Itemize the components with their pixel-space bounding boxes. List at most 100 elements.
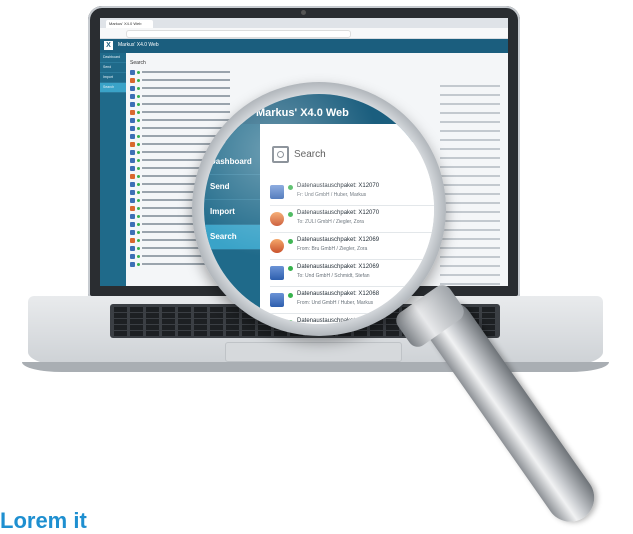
status-dot	[137, 238, 140, 242]
list-item[interactable]	[130, 76, 230, 84]
status-dot	[137, 102, 140, 106]
document-icon	[270, 320, 284, 324]
result-subtitle: To: Und GmbH / Schmidt, Stefan	[297, 273, 370, 279]
document-icon	[270, 266, 284, 280]
status-dot	[137, 126, 140, 130]
app-title: Markus' X4.0 Web	[118, 42, 159, 48]
result-row[interactable]: Datenaustauschpaket: X12070 To: ZULI GmbH…	[270, 209, 434, 233]
magnified-app-title: Markus' X4.0 Web	[256, 107, 349, 119]
document-icon	[130, 77, 135, 83]
detail-line	[440, 256, 500, 258]
detail-line	[440, 202, 500, 204]
row-text	[142, 71, 230, 73]
archive-icon	[270, 212, 284, 226]
address-field[interactable]	[126, 30, 351, 38]
magnified-sidebar-item-search[interactable]: Search	[204, 225, 260, 250]
document-icon	[130, 165, 135, 171]
detail-line	[440, 220, 500, 222]
list-item[interactable]	[130, 84, 230, 92]
result-row[interactable]: Datenaustauschpaket: X12068To: Und GmbH …	[270, 317, 434, 324]
detail-line	[440, 193, 500, 195]
detail-line	[440, 157, 500, 159]
status-dot	[137, 70, 140, 74]
magnified-sidebar-item-dashboard[interactable]: Dashboard	[204, 150, 260, 175]
detail-line	[440, 94, 500, 96]
trackpad	[225, 342, 402, 362]
app-header: X Markus' X4.0 Web	[100, 39, 508, 53]
result-row[interactable]: Datenaustauschpaket: X12070 Fr: Und GmbH …	[270, 182, 434, 206]
document-icon	[130, 69, 135, 75]
document-icon	[130, 181, 135, 187]
document-icon	[130, 197, 135, 203]
magnified-sidebar-item-import[interactable]: Import	[204, 200, 260, 225]
detail-line	[440, 121, 500, 123]
document-icon	[130, 149, 135, 155]
search-heading: Search	[294, 149, 326, 160]
status-dot	[288, 185, 293, 190]
result-subtitle: From: Und GmbH / Huber, Markus	[297, 300, 374, 306]
sidebar-item-dashboard[interactable]: Dashboard	[100, 53, 126, 63]
status-dot	[137, 134, 140, 138]
result-title: Datenaustauschpaket: X12069	[297, 264, 380, 270]
result-subtitle: Fr: Und GmbH / Huber, Markus	[297, 192, 367, 198]
status-dot	[137, 222, 140, 226]
detail-line	[440, 175, 500, 177]
archive-icon	[270, 239, 284, 253]
list-item[interactable]	[130, 68, 230, 76]
magnifier-lens: Markus' X4.0 Web Dashboard Send Import S…	[204, 94, 434, 324]
detail-line	[440, 85, 500, 87]
sidebar: Dashboard Send Import Search	[100, 53, 126, 286]
document-icon	[130, 237, 135, 243]
document-icon	[130, 93, 135, 99]
document-icon	[130, 253, 135, 259]
magnified-sidebar: Dashboard Send Import Search	[204, 124, 260, 324]
status-dot	[137, 262, 140, 266]
sidebar-item-send[interactable]: Send	[100, 63, 126, 73]
row-separator	[270, 313, 434, 314]
detail-line	[440, 112, 500, 114]
result-row[interactable]: Datenaustauschpaket: X12069 From: Bru Gmb…	[270, 236, 434, 260]
browser-tab[interactable]: Markus' X4.0 Web	[106, 20, 153, 28]
status-dot	[288, 266, 293, 271]
detail-line	[440, 274, 500, 276]
detail-line	[440, 265, 500, 267]
result-title: Datenaustauschpaket: X12070	[297, 183, 380, 189]
browser-toolbar	[100, 28, 508, 39]
sidebar-item-import[interactable]: Import	[100, 73, 126, 83]
magnified-sidebar-item-send[interactable]: Send	[204, 175, 260, 200]
document-icon	[130, 221, 135, 227]
status-dot	[288, 212, 293, 217]
status-dot	[137, 86, 140, 90]
document-icon	[130, 85, 135, 91]
detail-line	[440, 229, 500, 231]
status-dot	[288, 320, 293, 324]
status-dot	[137, 198, 140, 202]
row-separator	[270, 259, 434, 260]
document-icon	[130, 205, 135, 211]
document-icon	[130, 157, 135, 163]
result-row[interactable]: Datenaustauschpaket: X12069 To: Und GmbH …	[270, 263, 434, 287]
detail-line	[440, 130, 500, 132]
status-dot	[137, 230, 140, 234]
status-dot	[137, 182, 140, 186]
result-title: Datenaustauschpaket: X12068	[297, 291, 380, 297]
result-subtitle: To: ZULI GmbH / Ziegler, Zora	[297, 219, 364, 225]
document-icon	[130, 189, 135, 195]
document-icon	[130, 101, 135, 107]
result-title: Datenaustauschpaket: X12069	[297, 237, 380, 243]
status-dot	[137, 94, 140, 98]
status-dot	[137, 246, 140, 250]
result-row[interactable]: Datenaustauschpaket: X12068 From: Und Gmb…	[270, 290, 434, 314]
row-text	[142, 87, 230, 89]
document-icon	[130, 245, 135, 251]
document-icon	[270, 293, 284, 307]
document-icon	[130, 141, 135, 147]
list-header: Search	[130, 60, 146, 66]
sidebar-item-search[interactable]: Search	[100, 83, 126, 93]
status-dot	[288, 239, 293, 244]
status-dot	[288, 293, 293, 298]
document-icon	[130, 133, 135, 139]
status-dot	[137, 190, 140, 194]
result-title: Datenaustauschpaket: X12068	[297, 318, 380, 324]
detail-line	[440, 283, 500, 285]
